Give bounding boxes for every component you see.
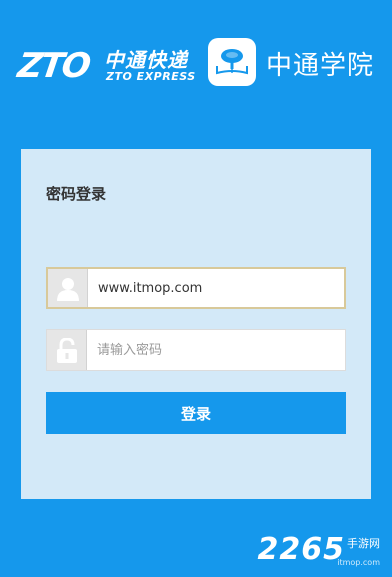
zto-brand-cn: 中通快递 bbox=[104, 48, 188, 72]
username-input[interactable] bbox=[98, 269, 338, 307]
zto-logo: ZTO bbox=[15, 46, 92, 86]
watermark-suffix: 手游网 bbox=[347, 537, 380, 550]
watermark-number: 2265 bbox=[257, 532, 345, 567]
watermark-url: itmop.com bbox=[337, 558, 380, 567]
zto-brand-en: ZTO EXPRESS bbox=[106, 70, 196, 83]
password-field[interactable] bbox=[46, 329, 346, 371]
user-icon bbox=[48, 269, 88, 307]
username-field[interactable] bbox=[46, 267, 346, 309]
login-button[interactable]: 登录 bbox=[46, 392, 346, 434]
book-tree-icon bbox=[208, 38, 256, 86]
login-card: 密码登录 登录 bbox=[21, 149, 371, 499]
header: ZTO 中通快递 ZTO EXPRESS 中通学院 bbox=[0, 0, 392, 130]
login-title: 密码登录 bbox=[46, 185, 107, 203]
watermark: 2265 手游网 itmop.com bbox=[258, 532, 381, 567]
password-input[interactable] bbox=[97, 330, 337, 370]
lock-icon bbox=[47, 330, 87, 370]
school-name: 中通学院 bbox=[266, 51, 375, 81]
